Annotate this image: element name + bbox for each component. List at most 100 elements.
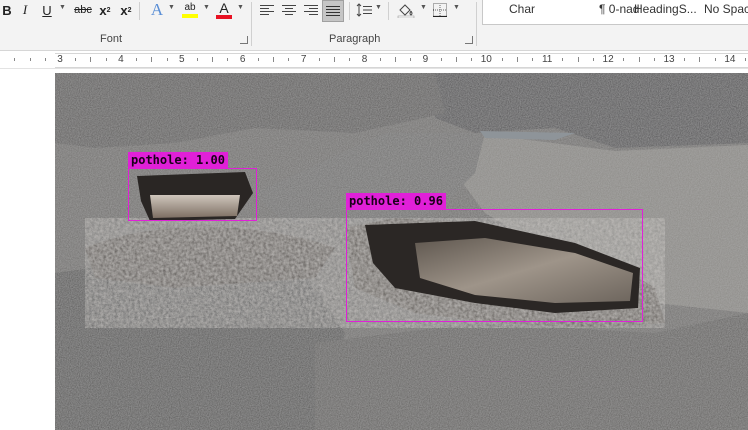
style-no-spacing[interactable]: No Spac (704, 2, 748, 16)
justify-button[interactable] (322, 0, 344, 22)
ruler-tick (516, 57, 518, 62)
ribbon: B I U ▼ abc x2 x2 A ▼ ab ▼ A ▼ Font ▼ ▼ … (0, 0, 748, 51)
ruler-tick (318, 58, 320, 61)
ruler-tick (562, 58, 564, 61)
ruler-tick (151, 57, 153, 62)
styles-gallery: Char ¶ 0-nad HeadingS... No Spac (482, 0, 748, 25)
font-color-button[interactable]: A (215, 0, 233, 20)
subscript-button[interactable]: x2 (97, 0, 113, 20)
font-color-label: A (219, 0, 229, 16)
ribbon-group-separator (476, 2, 477, 46)
embedded-photo-road-potholes[interactable]: pothole: 1.00 pothole: 0.96 (55, 73, 748, 430)
ruler-tick (29, 58, 31, 61)
ruler-tick (227, 58, 229, 61)
ruler-tick (334, 57, 336, 62)
paragraph-dialog-launcher-icon[interactable] (465, 36, 473, 44)
ruler-tick (410, 58, 412, 61)
ribbon-group-separator (251, 2, 252, 46)
ribbon-separator (139, 2, 140, 20)
ruler-tick (105, 58, 107, 61)
ruler-tick (257, 58, 259, 61)
ruler-number: 7 (300, 54, 307, 65)
ruler-number: 9 (422, 54, 429, 65)
detection-box-pothole-2 (346, 209, 643, 322)
align-center-button[interactable] (280, 0, 298, 20)
line-spacing-dropdown-icon[interactable]: ▼ (375, 4, 382, 11)
font-color-dropdown-icon[interactable]: ▼ (237, 4, 244, 11)
ruler-active-area (55, 53, 748, 68)
text-effects-dropdown-icon[interactable]: ▼ (168, 4, 175, 11)
ruler-tick (531, 58, 533, 61)
superscript-mark: 2 (127, 6, 132, 14)
align-left-icon (260, 5, 274, 15)
paint-bucket-icon (397, 4, 415, 18)
horizontal-ruler[interactable]: 3 4 5 6 7 8 9 10 11 12 13 14 (0, 51, 748, 69)
ruler-tick (577, 57, 579, 62)
justify-icon (326, 6, 340, 16)
subscript-mark: 2 (106, 6, 111, 14)
shading-button[interactable] (396, 0, 416, 20)
ruler-number: 6 (239, 54, 246, 65)
underline-button[interactable]: U (40, 0, 54, 20)
highlight-label: ab (184, 2, 196, 13)
strikethrough-button[interactable]: abc (72, 0, 94, 20)
ruler-tick (592, 58, 594, 61)
ruler-tick (638, 57, 640, 62)
ruler-number: 3 (57, 54, 63, 65)
ruler-number: 11 (541, 54, 553, 65)
ruler-tick (197, 58, 199, 61)
highlight-button[interactable]: ab (181, 0, 199, 20)
font-color-bar (216, 15, 232, 19)
ruler-number: 5 (179, 54, 185, 65)
ruler-number: 12 (602, 54, 614, 65)
ruler-tick (653, 58, 655, 61)
ruler-number: 13 (663, 54, 675, 65)
ruler-tick (75, 58, 77, 61)
style-heading[interactable]: HeadingS... (634, 2, 697, 16)
ribbon-separator (349, 2, 350, 20)
ruler-tick (14, 58, 16, 61)
ruler-number: 10 (480, 54, 492, 65)
ruler-tick (166, 58, 168, 61)
align-right-button[interactable] (302, 0, 320, 20)
superscript-label: x (120, 2, 128, 18)
ruler-tick (440, 58, 442, 61)
detection-label-pothole-2: pothole: 0.96 (346, 193, 446, 209)
ribbon-separator (388, 2, 389, 20)
style-char[interactable]: Char (509, 2, 535, 16)
highlight-dropdown-icon[interactable]: ▼ (203, 4, 210, 11)
ruler-tick (349, 58, 351, 61)
highlight-color-bar (182, 14, 198, 18)
ruler-number: 14 (724, 54, 736, 65)
align-left-button[interactable] (258, 0, 276, 20)
ruler-tick (714, 58, 716, 61)
text-effects-button[interactable]: A (148, 0, 166, 20)
subscript-label: x (99, 2, 107, 18)
line-spacing-button[interactable] (355, 0, 373, 20)
font-dialog-launcher-icon[interactable] (240, 36, 248, 44)
ruler-tick (455, 57, 457, 62)
paragraph-group-label: Paragraph (329, 33, 381, 45)
shading-dropdown-icon[interactable]: ▼ (420, 4, 427, 11)
line-spacing-icon (356, 3, 372, 17)
detection-label-pothole-1: pothole: 1.00 (128, 152, 228, 168)
underline-dropdown-icon[interactable]: ▼ (59, 4, 66, 11)
ruler-tick (501, 58, 503, 61)
borders-button[interactable] (431, 0, 449, 20)
ruler-tick (699, 57, 701, 62)
ruler-tick (745, 58, 747, 61)
ruler-number: 4 (118, 54, 124, 65)
font-group-label: Font (100, 33, 123, 45)
ruler-tick (212, 57, 214, 62)
ruler-tick (471, 58, 473, 61)
borders-dropdown-icon[interactable]: ▼ (453, 4, 460, 11)
borders-icon (433, 3, 447, 17)
bold-button[interactable]: B (0, 0, 14, 20)
ruler-tick (44, 58, 46, 61)
superscript-button[interactable]: x2 (118, 0, 134, 20)
ruler-tick (684, 58, 686, 61)
align-center-icon (282, 5, 296, 15)
ruler-tick (288, 58, 290, 61)
ruler-tick (379, 58, 381, 61)
italic-button[interactable]: I (18, 0, 32, 20)
